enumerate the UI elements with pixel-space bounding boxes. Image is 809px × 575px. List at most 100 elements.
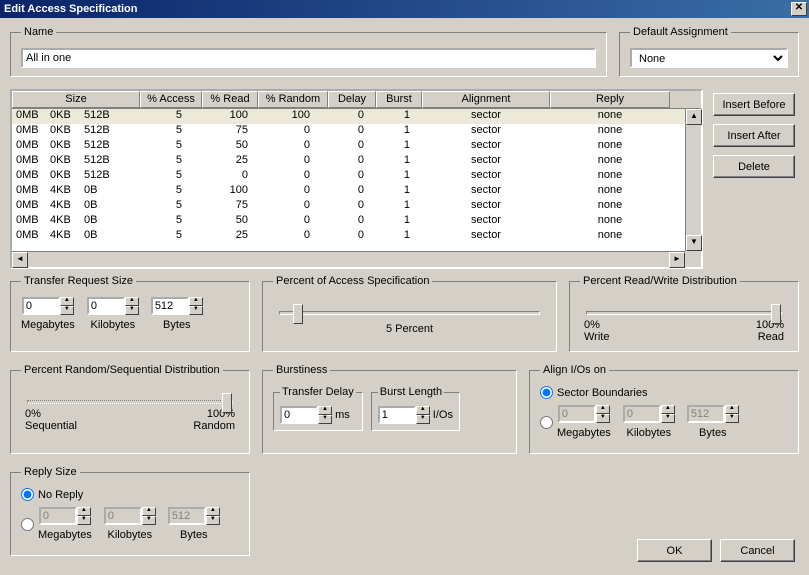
reply-mb-input [39,507,77,525]
col-burst[interactable]: Burst [376,91,422,108]
rs-right-lbl: Random [193,420,235,432]
insert-after-button[interactable]: Insert After [713,124,795,147]
align-sector-label: Sector Boundaries [557,387,648,399]
reply-mb-label: Megabytes [38,529,92,541]
spin-up-icon[interactable]: ▲ [125,297,139,306]
insert-before-button[interactable]: Insert Before [713,93,795,116]
spin-down-icon: ▼ [77,516,91,525]
table-row[interactable]: 0MB0KB512B525001sectornone [12,154,701,169]
col-random[interactable]: % Random [258,91,328,108]
burst-length-label: Burst Length [378,386,444,398]
scroll-right-icon[interactable]: ► [669,252,685,268]
delete-button[interactable]: Delete [713,155,795,178]
name-group: Name [10,26,607,77]
reply-custom-radio[interactable] [21,518,34,531]
table-row[interactable]: 0MB4KB0B525001sectornone [12,229,701,244]
vertical-scrollbar[interactable]: ▲ ▼ [685,109,701,251]
transfer-size-label: Transfer Request Size [21,275,136,287]
spin-down-icon[interactable]: ▼ [189,306,203,315]
spin-down-icon[interactable]: ▼ [60,306,74,315]
table-row[interactable]: 0MB0KB512B575001sectornone [12,124,701,139]
delay-unit: ms [335,409,350,421]
reply-kb-label: Kilobytes [107,529,152,541]
spin-down-icon: ▼ [142,516,156,525]
spin-down-icon: ▼ [725,414,739,423]
spin-up-icon: ▲ [725,405,739,414]
align-label: Align I/Os on [540,364,609,376]
align-group: Align I/Os on Sector Boundaries ▲▼ Megab… [529,364,799,454]
table-row[interactable]: 0MB0KB512B550001sectornone [12,139,701,154]
no-reply-radio[interactable] [21,488,34,501]
pct-access-group: Percent of Access Specification 5 Percen… [262,275,557,352]
burst-length-group: Burst Length ▲▼ I/Os [371,386,460,431]
burstiness-label: Burstiness [273,364,330,376]
col-read[interactable]: % Read [202,91,258,108]
table-row[interactable]: 0MB4KB0B575001sectornone [12,199,701,214]
pct-access-slider[interactable] [279,311,540,315]
col-delay[interactable]: Delay [328,91,376,108]
table-row[interactable]: 0MB4KB0B5100001sectornone [12,184,701,199]
align-mb-input [558,405,596,423]
ok-button[interactable]: OK [637,539,712,562]
spin-up-icon[interactable]: ▲ [318,406,332,415]
scroll-down-icon[interactable]: ▼ [686,235,702,251]
col-alignment[interactable]: Alignment [422,91,550,108]
spin-up-icon[interactable]: ▲ [60,297,74,306]
spin-up-icon: ▲ [142,507,156,516]
reply-label: Reply Size [21,466,80,478]
mb-label: Megabytes [21,319,75,331]
align-b-input [687,405,725,423]
spin-up-icon[interactable]: ▲ [416,406,430,415]
scroll-left-icon[interactable]: ◄ [12,252,28,268]
reply-b-input [168,507,206,525]
spin-down-icon: ▼ [661,414,675,423]
transfer-mb-input[interactable] [22,297,60,315]
table-header: Size % Access % Read % Random Delay Burs… [12,91,701,109]
align-custom-radio[interactable] [540,416,553,429]
pct-access-value: 5 Percent [273,323,546,335]
default-assignment-group: Default Assignment None [619,26,799,77]
name-input[interactable] [21,48,596,68]
rand-seq-slider[interactable] [27,400,233,404]
spin-up-icon: ▲ [596,405,610,414]
spin-down-icon[interactable]: ▼ [125,306,139,315]
titlebar: Edit Access Specification ✕ [0,0,809,18]
reply-kb-input [104,507,142,525]
col-reply[interactable]: Reply [550,91,670,108]
transfer-delay-label: Transfer Delay [280,386,356,398]
burst-length-input[interactable] [378,406,416,424]
col-size[interactable]: Size [12,91,140,108]
transfer-delay-input[interactable] [280,406,318,424]
b-label: Bytes [163,319,191,331]
pct-access-label: Percent of Access Specification [273,275,432,287]
spin-up-icon[interactable]: ▲ [189,297,203,306]
scroll-corner [685,251,701,267]
col-access[interactable]: % Access [140,91,202,108]
length-unit: I/Os [433,409,453,421]
align-kb-input [623,405,661,423]
table-row[interactable]: 0MB0KB512B510010001sectornone [12,109,701,124]
spin-down-icon: ▼ [596,414,610,423]
burstiness-group: Burstiness Transfer Delay ▲▼ ms Burst Le… [262,364,517,454]
scroll-up-icon[interactable]: ▲ [686,109,702,125]
align-kb-label: Kilobytes [626,427,671,439]
rw-dist-label: Percent Read/Write Distribution [580,275,740,287]
horizontal-scrollbar[interactable]: ◄ ► [12,251,685,267]
cancel-button[interactable]: Cancel [720,539,795,562]
close-icon[interactable]: ✕ [791,2,807,16]
kb-label: Kilobytes [90,319,135,331]
spin-down-icon[interactable]: ▼ [318,415,332,424]
spin-up-icon: ▲ [206,507,220,516]
transfer-b-input[interactable] [151,297,189,315]
rand-seq-label: Percent Random/Sequential Distribution [21,364,223,376]
spin-down-icon[interactable]: ▼ [416,415,430,424]
align-sector-radio[interactable] [540,386,553,399]
reply-group: Reply Size No Reply ▲▼ Megabytes ▲▼ Kilo… [10,466,250,556]
default-assignment-select[interactable]: None [630,48,788,68]
table-row[interactable]: 0MB0KB512B50001sectornone [12,169,701,184]
access-table[interactable]: Size % Access % Read % Random Delay Burs… [10,89,703,269]
transfer-kb-input[interactable] [87,297,125,315]
rw-dist-slider[interactable] [586,311,782,315]
rw-right-lbl: Read [758,331,784,343]
table-row[interactable]: 0MB4KB0B550001sectornone [12,214,701,229]
